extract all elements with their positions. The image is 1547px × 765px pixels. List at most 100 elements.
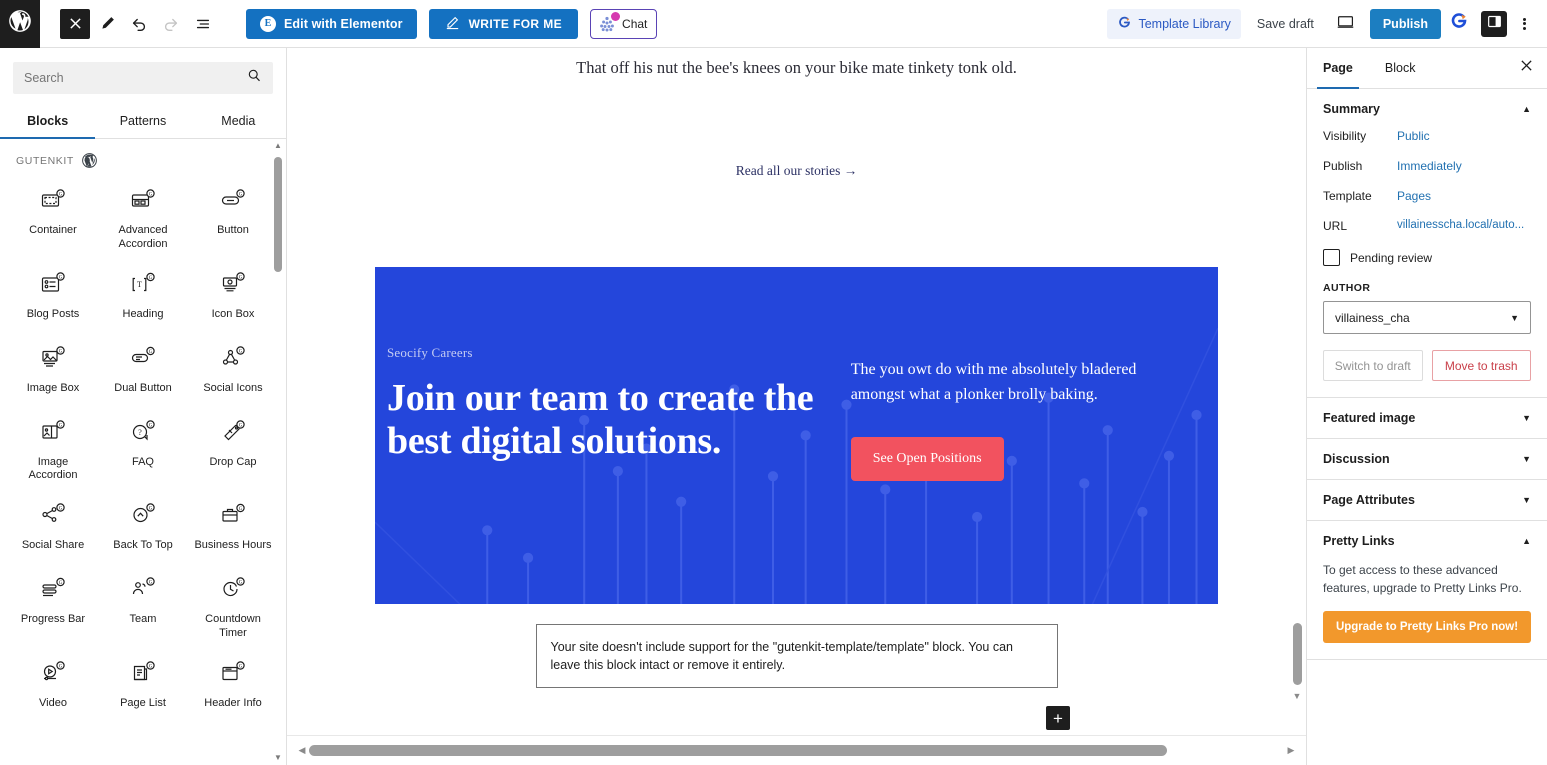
inserter-scrollbar[interactable]: ▲ ▼	[272, 139, 284, 765]
template-value[interactable]: Pages	[1397, 189, 1531, 203]
tab-blocks[interactable]: Blocks	[0, 103, 96, 139]
canvas-scrollbar-thumb[interactable]	[1292, 623, 1302, 685]
template-library-button[interactable]: Template Library	[1107, 8, 1241, 39]
block-item-faq[interactable]: ? G FAQ	[98, 408, 188, 492]
close-sidebar-button[interactable]	[1511, 53, 1541, 83]
blog-posts-icon: G	[40, 270, 66, 300]
block-label: Header Info	[204, 696, 262, 709]
scroll-down-arrow-icon[interactable]: ▼	[274, 751, 282, 765]
featured-image-panel-header[interactable]: Featured image ▼	[1307, 398, 1547, 438]
block-item-button[interactable]: G Button	[188, 176, 278, 260]
block-item-countdown-timer[interactable]: G Countdown Timer	[188, 565, 278, 649]
block-item-image-box[interactable]: G Image Box	[8, 334, 98, 408]
add-block-button[interactable]: +	[1046, 706, 1070, 731]
canvas-vertical-scrollbar[interactable]: ▼	[1290, 48, 1304, 705]
list-view-button[interactable]	[188, 9, 218, 39]
gutenkit-settings-button[interactable]	[1445, 9, 1473, 39]
upgrade-pretty-links-button[interactable]: Upgrade to Pretty Links Pro now!	[1323, 611, 1531, 643]
publish-value[interactable]: Immediately	[1397, 159, 1531, 173]
block-item-page-list[interactable]: G Page List	[98, 649, 188, 723]
switch-to-draft-button[interactable]: Switch to draft	[1323, 350, 1423, 381]
preview-button[interactable]	[1330, 9, 1362, 39]
block-label: Team	[129, 613, 157, 625]
editor-canvas-wrap: That off his nut the bee's knees on your…	[287, 48, 1306, 765]
hero-body-text[interactable]: The you owt do with me absolutely blader…	[851, 357, 1172, 408]
move-to-trash-button[interactable]: Move to trash	[1431, 350, 1531, 381]
block-item-advanced-accordion[interactable]: G Advanced Accordion	[98, 176, 188, 260]
block-label: Heading	[122, 307, 164, 320]
scrollbar-track[interactable]	[272, 153, 284, 751]
block-item-drop-cap[interactable]: G Drop Cap	[188, 408, 278, 492]
countdown-timer-icon: G	[220, 575, 246, 605]
hero-title[interactable]: Join our team to create the best digital…	[387, 377, 831, 462]
dual-button-icon: G	[130, 344, 156, 374]
close-inserter-button[interactable]	[60, 8, 90, 39]
search-box[interactable]	[13, 62, 273, 94]
publish-button[interactable]: Publish	[1369, 8, 1441, 39]
redo-button[interactable]	[156, 9, 186, 39]
author-select[interactable]: villainess_cha ▼	[1323, 301, 1531, 334]
svg-text:G: G	[239, 507, 243, 512]
sidebar-toggle-icon	[1487, 14, 1502, 34]
block-item-dual-button[interactable]: G Dual Button	[98, 334, 188, 408]
svg-text:G: G	[239, 581, 243, 586]
block-item-video[interactable]: G Video	[8, 649, 98, 723]
tab-media[interactable]: Media	[191, 103, 286, 138]
pretty-links-panel-header[interactable]: Pretty Links ▲	[1307, 521, 1547, 561]
block-item-social-icons[interactable]: G Social Icons	[188, 334, 278, 408]
save-draft-button[interactable]: Save draft	[1245, 17, 1326, 31]
hero-banner-block[interactable]: Seocify Careers Join our team to create …	[375, 267, 1218, 604]
hero-eyebrow: Seocify Careers	[387, 345, 473, 360]
tab-page[interactable]: Page	[1307, 48, 1369, 89]
post-paragraph[interactable]: That off his nut the bee's knees on your…	[375, 48, 1218, 78]
block-item-icon-box[interactable]: G Icon Box	[188, 260, 278, 334]
pending-review-checkbox[interactable]	[1323, 249, 1340, 266]
block-item-image-accordion[interactable]: G Image Accordion	[8, 408, 98, 492]
block-item-blog-posts[interactable]: G Blog Posts	[8, 260, 98, 334]
visibility-value[interactable]: Public	[1397, 129, 1531, 143]
scrollbar-thumb[interactable]	[274, 157, 282, 272]
scroll-right-arrow-icon[interactable]: ▶	[1284, 745, 1298, 756]
options-menu-button[interactable]	[1511, 9, 1537, 39]
editor-canvas[interactable]: That off his nut the bee's knees on your…	[287, 48, 1306, 735]
hscrollbar-track[interactable]	[309, 745, 1284, 757]
see-open-positions-button[interactable]: See Open Positions	[850, 436, 1004, 481]
svg-text:G: G	[239, 349, 243, 354]
undo-button[interactable]	[124, 9, 154, 39]
search-input[interactable]	[24, 71, 247, 85]
image-box-icon: G	[40, 344, 66, 374]
settings-sidebar-toggle[interactable]	[1481, 10, 1507, 37]
hero-left-column: Seocify Careers Join our team to create …	[387, 345, 831, 604]
block-item-business-hours[interactable]: G Business Hours	[188, 491, 278, 565]
chat-button[interactable]: Chat	[590, 8, 658, 39]
block-item-header-info[interactable]: G Header Info	[188, 649, 278, 723]
page-attributes-panel-header[interactable]: Page Attributes ▼	[1307, 480, 1547, 520]
visibility-label: Visibility	[1323, 129, 1367, 143]
edit-with-elementor-button[interactable]: E Edit with Elementor	[246, 8, 417, 39]
block-item-social-share[interactable]: G Social Share	[8, 491, 98, 565]
block-item-back-to-top[interactable]: G Back To Top	[98, 491, 188, 565]
block-item-progress-bar[interactable]: G Progress Bar	[8, 565, 98, 649]
wordpress-logo-button[interactable]	[0, 0, 40, 48]
tab-patterns[interactable]: Patterns	[95, 103, 190, 138]
read-all-stories-link[interactable]: Read all our stories →	[375, 163, 1218, 179]
gutenkit-g-icon	[1117, 15, 1132, 33]
tools-pencil-button[interactable]	[92, 9, 122, 39]
svg-text:G: G	[59, 349, 63, 354]
block-inserter-panel: Blocks Patterns Media GUTENKIT G Contain…	[0, 48, 287, 765]
tab-block[interactable]: Block	[1369, 48, 1432, 88]
scroll-left-arrow-icon[interactable]: ◀	[295, 745, 309, 756]
block-item-team[interactable]: G Team	[98, 565, 188, 649]
block-label: Container	[29, 224, 77, 236]
canvas-horizontal-scrollbar[interactable]: ◀ ▶	[287, 735, 1306, 765]
url-value[interactable]: villainesscha.local/auto...	[1397, 219, 1531, 231]
hscrollbar-thumb[interactable]	[309, 745, 1167, 756]
write-for-me-button[interactable]: WRITE FOR ME	[428, 8, 579, 39]
progress-bar-icon: G	[40, 575, 66, 605]
block-item-heading[interactable]: TG Heading	[98, 260, 188, 334]
discussion-panel-header[interactable]: Discussion ▼	[1307, 439, 1547, 479]
canvas-scroll-down-arrow-icon[interactable]: ▼	[1293, 691, 1302, 701]
block-item-container[interactable]: G Container	[8, 176, 98, 260]
summary-panel-header[interactable]: Summary ▲	[1307, 89, 1547, 129]
scroll-up-arrow-icon[interactable]: ▲	[274, 139, 282, 153]
